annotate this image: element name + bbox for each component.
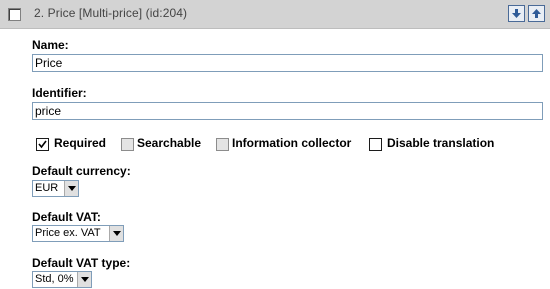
searchable-label: Searchable [137,136,202,150]
dropdown-button[interactable] [77,272,91,287]
chevron-down-icon [68,186,76,191]
arrow-up-icon [532,9,541,18]
dropdown-button[interactable] [64,181,78,196]
move-up-button[interactable] [528,5,545,22]
chevron-down-icon [113,231,121,236]
required-label: Required [54,136,107,150]
information-collector-label: Information collector [232,136,352,150]
information-collector-checkbox[interactable] [216,138,229,151]
disable-translation-label: Disable translation [387,136,495,150]
checkmark-icon [38,140,47,149]
default-currency-label: Default currency: [32,164,131,178]
name-label: Name: [32,38,69,52]
move-down-button[interactable] [508,5,525,22]
attribute-header: 2. Price [Multi-price] (id:204) [0,0,550,29]
disable-translation-checkbox[interactable] [369,138,382,151]
identifier-input[interactable] [32,102,543,120]
default-currency-select[interactable]: EUR [32,180,79,197]
attribute-panel: 2. Price [Multi-price] (id:204) Name: Id… [0,0,550,289]
default-vat-select[interactable]: Price ex. VAT [32,225,124,242]
select-attribute-checkbox[interactable] [8,8,21,21]
chevron-down-icon [81,277,89,282]
default-vat-label: Default VAT: [32,210,101,224]
default-vat-type-select[interactable]: Std, 0% [32,271,92,288]
dropdown-button[interactable] [109,226,123,241]
attribute-title: 2. Price [Multi-price] (id:204) [34,6,188,20]
name-input[interactable] [32,54,543,72]
identifier-label: Identifier: [32,86,87,100]
default-vat-type-label: Default VAT type: [32,256,131,270]
required-checkbox[interactable] [36,138,49,151]
searchable-checkbox[interactable] [121,138,134,151]
default-currency-value: EUR [35,182,59,194]
arrow-down-icon [512,9,521,18]
default-vat-type-value: Std, 0% [35,273,74,285]
default-vat-value: Price ex. VAT [35,227,101,239]
